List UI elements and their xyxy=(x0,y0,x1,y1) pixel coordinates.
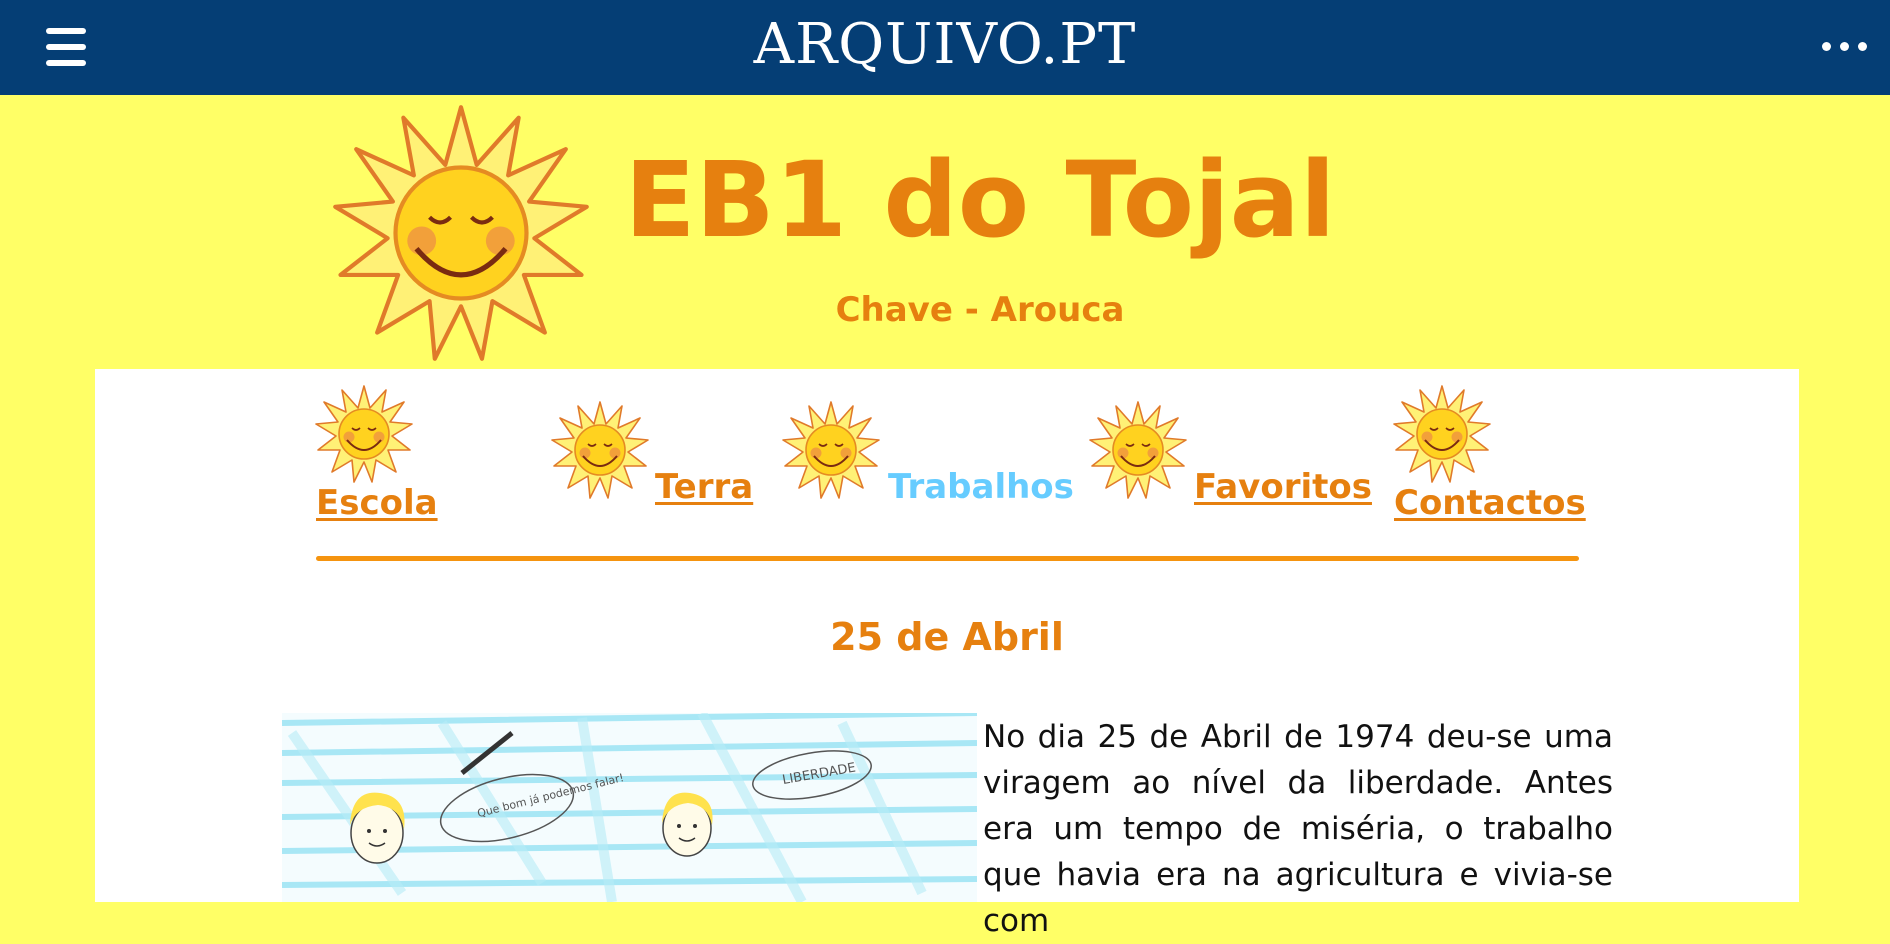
more-options-icon[interactable] xyxy=(1822,42,1868,54)
article-body: No dia 25 de Abril de 1974 deu-se uma vi… xyxy=(983,719,1613,939)
site-subtitle: Chave - Arouca xyxy=(835,290,1125,330)
nav-link-escola[interactable]: Escola xyxy=(316,483,438,523)
sun-icon[interactable] xyxy=(314,384,414,484)
arquivo-logo[interactable]: ARQUIVO.PT xyxy=(0,12,1890,77)
sun-logo-icon xyxy=(330,98,592,368)
sun-icon[interactable] xyxy=(550,400,650,500)
sun-icon[interactable] xyxy=(1392,384,1492,484)
article-title: 25 de Abril xyxy=(830,615,1064,659)
nav-link-contactos[interactable]: Contactos xyxy=(1394,483,1586,523)
nav-link-trabalhos[interactable]: Trabalhos xyxy=(888,467,1074,507)
sun-icon[interactable] xyxy=(781,400,881,500)
children-drawing-image: Que bom já podemos falar! LIBERDADE xyxy=(282,713,977,902)
site-title: EB1 do Tojal xyxy=(624,139,1336,261)
content-panel: Escola Terra Trabalhos Favoritos Contact… xyxy=(95,369,1799,939)
top-bar: ARQUIVO.PT xyxy=(0,0,1890,95)
sun-icon[interactable] xyxy=(1088,400,1188,500)
nav-link-favoritos[interactable]: Favoritos xyxy=(1194,467,1372,507)
nav-link-terra[interactable]: Terra xyxy=(655,467,753,507)
nav-divider xyxy=(316,556,1579,561)
